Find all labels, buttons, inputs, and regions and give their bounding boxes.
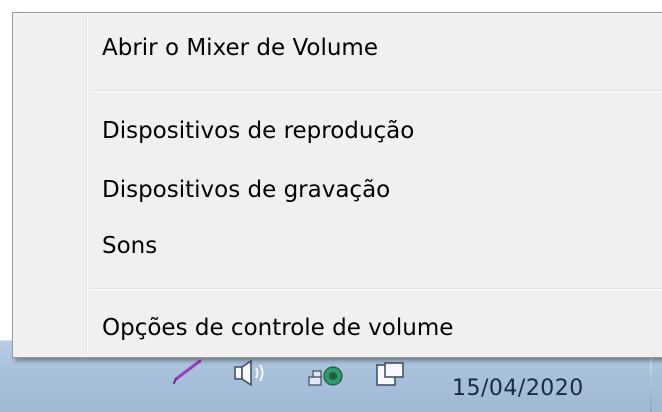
- menu-separator: [90, 90, 662, 92]
- menu-item-label: Sons: [102, 233, 158, 259]
- menu-item-sounds[interactable]: Sons: [16, 219, 662, 273]
- menu-item-label: Abrir o Mixer de Volume: [102, 35, 378, 61]
- taskbar-date[interactable]: 15/04/2020: [452, 376, 584, 401]
- menu-item-label: Dispositivos de reprodução: [102, 118, 415, 144]
- menu-item-open-volume-mixer[interactable]: Abrir o Mixer de Volume: [16, 21, 662, 75]
- menu-item-volume-control-options[interactable]: Opções de controle de volume: [16, 301, 662, 355]
- network-icon[interactable]: [304, 360, 348, 390]
- desktop-screen: 15/04/2020 Abrir o Mixer de Volume Dispo…: [0, 0, 662, 412]
- menu-item-label: Opções de controle de volume: [102, 315, 454, 341]
- pen-icon[interactable]: [168, 356, 208, 386]
- volume-context-menu: Abrir o Mixer de Volume Dispositivos de …: [12, 12, 662, 358]
- menu-item-recording-devices[interactable]: Dispositivos de gravação: [16, 163, 662, 217]
- menu-separator: [90, 288, 662, 290]
- action-center-flag-icon[interactable]: [370, 358, 410, 390]
- speaker-icon[interactable]: [228, 358, 276, 390]
- menu-item-label: Dispositivos de gravação: [102, 177, 391, 203]
- menu-item-playback-devices[interactable]: Dispositivos de reprodução: [16, 104, 662, 158]
